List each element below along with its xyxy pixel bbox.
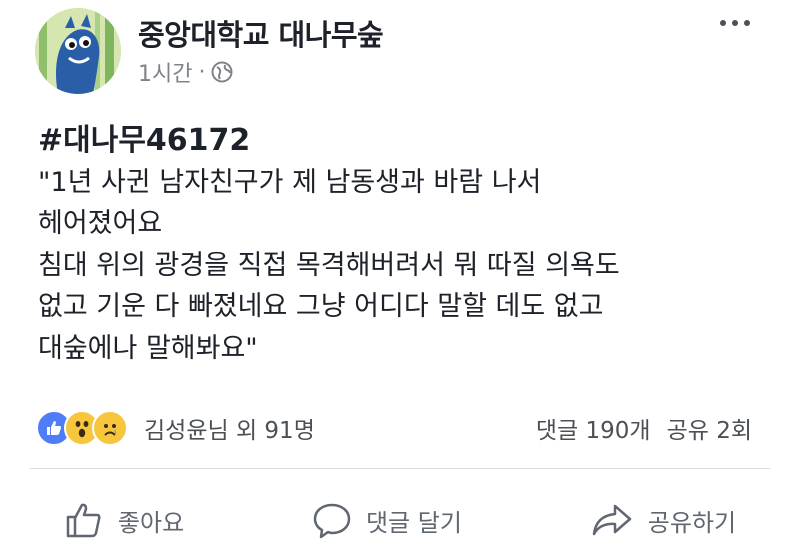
post-hashtag[interactable]: #대나무46172 <box>38 120 758 162</box>
post-line: 대숲에나 말해봐요" <box>38 332 258 364</box>
share-count[interactable]: 공유 2회 <box>667 411 752 445</box>
comment-label: 댓글 달기 <box>365 508 462 537</box>
reaction-icons <box>36 410 128 446</box>
share-icon <box>592 504 631 536</box>
like-button[interactable]: 좋아요 <box>64 500 184 540</box>
post-text: #대나무46172 "1년 사귄 남자친구가 제 남동생과 바람 나서 헤어졌어… <box>38 120 758 369</box>
post-line: "1년 사귄 남자친구가 제 남동생과 바람 나서 <box>38 166 542 198</box>
page-avatar[interactable] <box>35 8 121 94</box>
comment-button[interactable]: 댓글 달기 <box>312 500 462 540</box>
reaction-summary-text[interactable]: 김성윤님 외 91명 <box>144 411 315 445</box>
post-meta: 1시간 · <box>138 56 233 88</box>
globe-icon <box>211 61 233 83</box>
reactions-summary[interactable]: 김성윤님 외 91명 <box>36 408 315 448</box>
comment-icon <box>313 503 351 539</box>
post-card: 중앙대학교 대나무숲 1시간 · #대나무46172 "1년 사귄 남자친구가 … <box>0 0 800 555</box>
action-bar: 좋아요 댓글 달기 공유하기 <box>0 490 800 550</box>
like-label: 좋아요 <box>117 508 185 537</box>
sad-icon <box>92 410 128 446</box>
more-options-icon[interactable] <box>720 20 750 26</box>
post-time[interactable]: 1시간 <box>138 56 192 88</box>
post-line: 없고 기운 다 빠졌네요 그냥 어디다 말할 데도 없고 <box>38 291 604 322</box>
post-line: 침대 위의 광경을 직접 목격해버려서 뭐 따질 의욕도 <box>38 249 620 281</box>
thumbs-up-icon <box>66 503 101 538</box>
page-name[interactable]: 중앙대학교 대나무숲 <box>138 12 384 54</box>
meta-separator: · <box>198 59 206 85</box>
post-line: 헤어졌어요 <box>38 208 163 239</box>
comment-count[interactable]: 댓글 190개 <box>536 411 651 445</box>
divider <box>30 468 770 469</box>
share-button[interactable]: 공유하기 <box>590 500 736 540</box>
share-label: 공유하기 <box>647 508 737 537</box>
engagement-counts: 댓글 190개 공유 2회 <box>536 408 752 448</box>
